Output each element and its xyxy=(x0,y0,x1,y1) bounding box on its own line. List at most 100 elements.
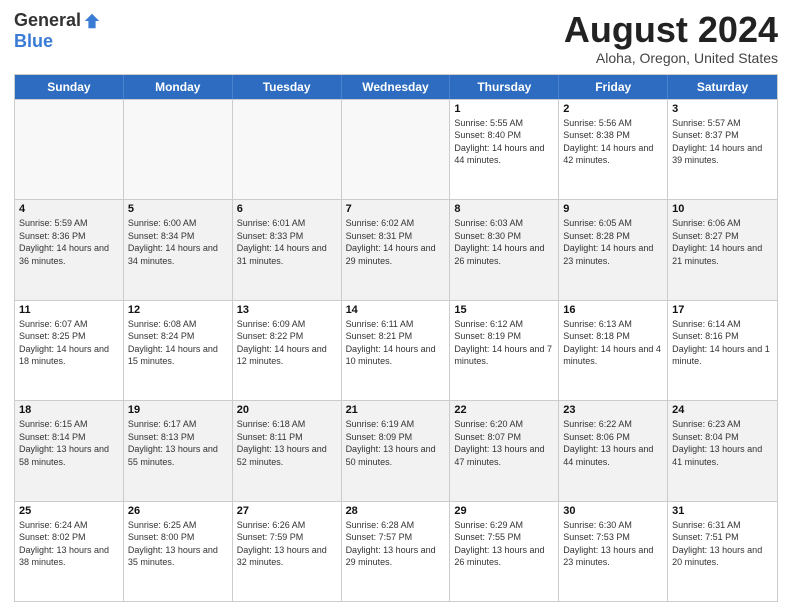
calendar-cell: 4Sunrise: 5:59 AM Sunset: 8:36 PM Daylig… xyxy=(15,200,124,299)
day-info: Sunrise: 6:22 AM Sunset: 8:06 PM Dayligh… xyxy=(563,418,663,468)
day-number: 6 xyxy=(237,203,337,215)
weekday-header-friday: Friday xyxy=(559,75,668,99)
day-number: 17 xyxy=(672,304,773,316)
calendar-cell: 25 Sunrise: 6:24 AM Sunset: 8:02 PM Dayli… xyxy=(15,502,124,601)
weekday-header-tuesday: Tuesday xyxy=(233,75,342,99)
calendar-body: 1Sunrise: 5:55 AM Sunset: 8:40 PM Daylig… xyxy=(15,99,777,601)
calendar-cell: 9Sunrise: 6:05 AM Sunset: 8:28 PM Daylig… xyxy=(559,200,668,299)
calendar-cell: 18 Sunrise: 6:15 AM Sunset: 8:14 PM Dayli… xyxy=(15,401,124,500)
calendar-cell: 10 Sunrise: 6:06 AM Sunset: 8:27 PM Dayli… xyxy=(668,200,777,299)
calendar-cell: 16Sunrise: 6:13 AM Sunset: 8:18 PM Dayli… xyxy=(559,301,668,400)
month-title: August 2024 xyxy=(564,10,778,50)
calendar-row-0: 1Sunrise: 5:55 AM Sunset: 8:40 PM Daylig… xyxy=(15,99,777,199)
day-number: 8 xyxy=(454,203,554,215)
day-info: Sunrise: 6:28 AM Sunset: 7:57 PM Dayligh… xyxy=(346,519,446,569)
day-number: 29 xyxy=(454,505,554,517)
day-number: 26 xyxy=(128,505,228,517)
calendar-cell: 23 Sunrise: 6:22 AM Sunset: 8:06 PM Dayli… xyxy=(559,401,668,500)
day-info: Sunrise: 6:17 AM Sunset: 8:13 PM Dayligh… xyxy=(128,418,228,468)
day-info: Sunrise: 6:09 AM Sunset: 8:22 PM Dayligh… xyxy=(237,318,337,368)
weekday-header-wednesday: Wednesday xyxy=(342,75,451,99)
calendar-header: SundayMondayTuesdayWednesdayThursdayFrid… xyxy=(15,75,777,99)
calendar-cell: 17 Sunrise: 6:14 AM Sunset: 8:16 PM Dayli… xyxy=(668,301,777,400)
day-info: Sunrise: 5:59 AM Sunset: 8:36 PM Dayligh… xyxy=(19,217,119,267)
calendar-cell: 7Sunrise: 6:02 AM Sunset: 8:31 PM Daylig… xyxy=(342,200,451,299)
calendar-cell: 11 Sunrise: 6:07 AM Sunset: 8:25 PM Dayli… xyxy=(15,301,124,400)
page: General Blue August 2024 Aloha, Oregon, … xyxy=(0,0,792,612)
weekday-header-saturday: Saturday xyxy=(668,75,777,99)
calendar-cell: 2Sunrise: 5:56 AM Sunset: 8:38 PM Daylig… xyxy=(559,100,668,199)
day-info: Sunrise: 6:01 AM Sunset: 8:33 PM Dayligh… xyxy=(237,217,337,267)
day-info: Sunrise: 6:26 AM Sunset: 7:59 PM Dayligh… xyxy=(237,519,337,569)
day-info: Sunrise: 6:08 AM Sunset: 8:24 PM Dayligh… xyxy=(128,318,228,368)
day-number: 11 xyxy=(19,304,119,316)
day-number: 23 xyxy=(563,404,663,416)
day-info: Sunrise: 6:14 AM Sunset: 8:16 PM Dayligh… xyxy=(672,318,773,368)
logo-general: General xyxy=(14,10,81,31)
weekday-header-thursday: Thursday xyxy=(450,75,559,99)
calendar-cell: 1Sunrise: 5:55 AM Sunset: 8:40 PM Daylig… xyxy=(450,100,559,199)
title-section: August 2024 Aloha, Oregon, United States xyxy=(564,10,778,66)
day-number: 10 xyxy=(672,203,773,215)
calendar-cell xyxy=(124,100,233,199)
day-info: Sunrise: 6:25 AM Sunset: 8:00 PM Dayligh… xyxy=(128,519,228,569)
calendar-cell: 30Sunrise: 6:30 AM Sunset: 7:53 PM Dayli… xyxy=(559,502,668,601)
day-number: 2 xyxy=(563,103,663,115)
calendar-cell: 3 Sunrise: 5:57 AM Sunset: 8:37 PM Daylig… xyxy=(668,100,777,199)
day-info: Sunrise: 6:05 AM Sunset: 8:28 PM Dayligh… xyxy=(563,217,663,267)
day-info: Sunrise: 6:11 AM Sunset: 8:21 PM Dayligh… xyxy=(346,318,446,368)
header: General Blue August 2024 Aloha, Oregon, … xyxy=(14,10,778,66)
day-number: 7 xyxy=(346,203,446,215)
logo: General Blue xyxy=(14,10,101,52)
calendar-cell: 26 Sunrise: 6:25 AM Sunset: 8:00 PM Dayli… xyxy=(124,502,233,601)
calendar-cell: 22 Sunrise: 6:20 AM Sunset: 8:07 PM Dayli… xyxy=(450,401,559,500)
calendar-cell: 27Sunrise: 6:26 AM Sunset: 7:59 PM Dayli… xyxy=(233,502,342,601)
day-number: 12 xyxy=(128,304,228,316)
calendar-cell: 13 Sunrise: 6:09 AM Sunset: 8:22 PM Dayli… xyxy=(233,301,342,400)
calendar-cell: 5Sunrise: 6:00 AM Sunset: 8:34 PM Daylig… xyxy=(124,200,233,299)
day-info: Sunrise: 6:07 AM Sunset: 8:25 PM Dayligh… xyxy=(19,318,119,368)
calendar-cell: 29 Sunrise: 6:29 AM Sunset: 7:55 PM Dayli… xyxy=(450,502,559,601)
day-number: 14 xyxy=(346,304,446,316)
calendar-cell: 31 Sunrise: 6:31 AM Sunset: 7:51 PM Dayli… xyxy=(668,502,777,601)
day-info: Sunrise: 6:31 AM Sunset: 7:51 PM Dayligh… xyxy=(672,519,773,569)
day-number: 19 xyxy=(128,404,228,416)
day-info: Sunrise: 6:24 AM Sunset: 8:02 PM Dayligh… xyxy=(19,519,119,569)
day-info: Sunrise: 5:55 AM Sunset: 8:40 PM Dayligh… xyxy=(454,117,554,167)
calendar-cell: 28Sunrise: 6:28 AM Sunset: 7:57 PM Dayli… xyxy=(342,502,451,601)
calendar-row-2: 11 Sunrise: 6:07 AM Sunset: 8:25 PM Dayli… xyxy=(15,300,777,400)
calendar-row-4: 25 Sunrise: 6:24 AM Sunset: 8:02 PM Dayli… xyxy=(15,501,777,601)
weekday-header-sunday: Sunday xyxy=(15,75,124,99)
day-info: Sunrise: 6:15 AM Sunset: 8:14 PM Dayligh… xyxy=(19,418,119,468)
location: Aloha, Oregon, United States xyxy=(564,50,778,66)
day-info: Sunrise: 6:20 AM Sunset: 8:07 PM Dayligh… xyxy=(454,418,554,468)
calendar-row-1: 4Sunrise: 5:59 AM Sunset: 8:36 PM Daylig… xyxy=(15,199,777,299)
day-number: 13 xyxy=(237,304,337,316)
calendar-cell: 24 Sunrise: 6:23 AM Sunset: 8:04 PM Dayli… xyxy=(668,401,777,500)
day-info: Sunrise: 5:57 AM Sunset: 8:37 PM Dayligh… xyxy=(672,117,773,167)
logo-blue: Blue xyxy=(14,31,53,52)
weekday-header-monday: Monday xyxy=(124,75,233,99)
day-number: 18 xyxy=(19,404,119,416)
calendar-cell: 20Sunrise: 6:18 AM Sunset: 8:11 PM Dayli… xyxy=(233,401,342,500)
day-info: Sunrise: 6:00 AM Sunset: 8:34 PM Dayligh… xyxy=(128,217,228,267)
day-info: Sunrise: 6:23 AM Sunset: 8:04 PM Dayligh… xyxy=(672,418,773,468)
day-number: 31 xyxy=(672,505,773,517)
calendar-cell: 19 Sunrise: 6:17 AM Sunset: 8:13 PM Dayli… xyxy=(124,401,233,500)
day-number: 22 xyxy=(454,404,554,416)
day-info: Sunrise: 6:13 AM Sunset: 8:18 PM Dayligh… xyxy=(563,318,663,368)
calendar-cell: 6 Sunrise: 6:01 AM Sunset: 8:33 PM Daylig… xyxy=(233,200,342,299)
day-number: 24 xyxy=(672,404,773,416)
day-number: 3 xyxy=(672,103,773,115)
day-info: Sunrise: 6:19 AM Sunset: 8:09 PM Dayligh… xyxy=(346,418,446,468)
day-number: 25 xyxy=(19,505,119,517)
calendar-cell: 8 Sunrise: 6:03 AM Sunset: 8:30 PM Daylig… xyxy=(450,200,559,299)
day-number: 21 xyxy=(346,404,446,416)
day-info: Sunrise: 6:30 AM Sunset: 7:53 PM Dayligh… xyxy=(563,519,663,569)
day-info: Sunrise: 6:03 AM Sunset: 8:30 PM Dayligh… xyxy=(454,217,554,267)
calendar-cell xyxy=(342,100,451,199)
day-info: Sunrise: 6:18 AM Sunset: 8:11 PM Dayligh… xyxy=(237,418,337,468)
day-info: Sunrise: 6:06 AM Sunset: 8:27 PM Dayligh… xyxy=(672,217,773,267)
day-info: Sunrise: 6:29 AM Sunset: 7:55 PM Dayligh… xyxy=(454,519,554,569)
calendar-row-3: 18 Sunrise: 6:15 AM Sunset: 8:14 PM Dayli… xyxy=(15,400,777,500)
